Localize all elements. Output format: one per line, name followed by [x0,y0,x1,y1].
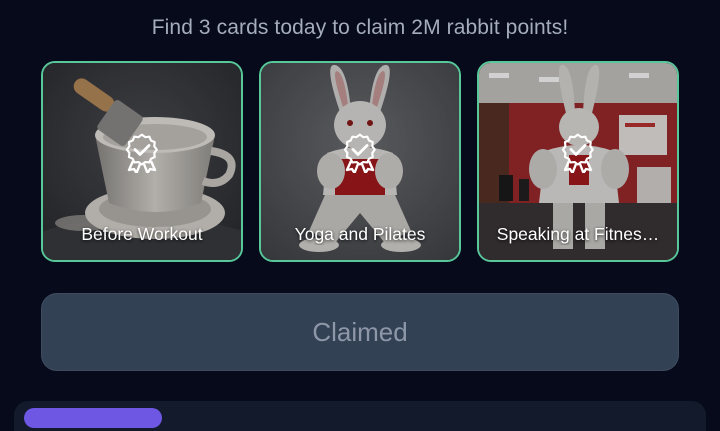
page-headline: Find 3 cards today to claim 2M rabbit po… [151,16,569,39]
award-check-icon [561,133,594,173]
award-check-icon [343,133,376,173]
card-row: Before Workout Yoga and Pilates Speaking… [41,61,679,262]
card-label: Speaking at Fitnes… [496,224,660,244]
card-speaking-at-fitness[interactable]: Speaking at Fitnes… [477,61,679,262]
card-before-workout[interactable]: Before Workout [41,61,243,262]
bottom-tab-indicator[interactable] [24,408,162,428]
award-check-icon [125,133,158,173]
claimed-button[interactable]: Claimed [41,293,679,371]
card-yoga-and-pilates[interactable]: Yoga and Pilates [259,61,461,262]
card-label: Yoga and Pilates [294,224,426,244]
card-label: Before Workout [81,224,203,244]
